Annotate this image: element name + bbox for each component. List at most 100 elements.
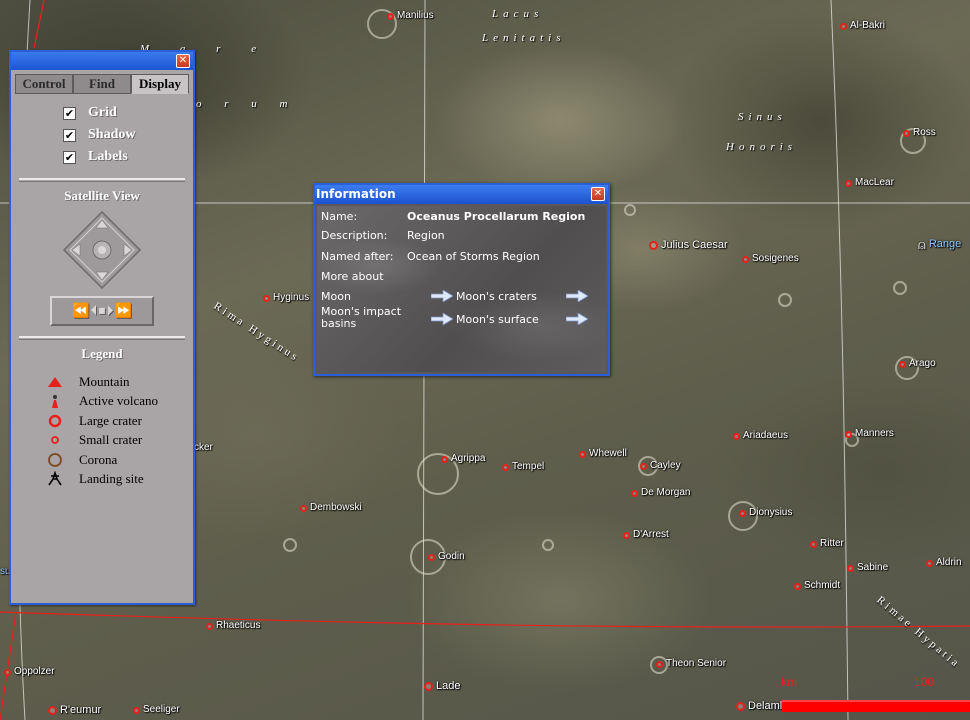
crater-oppolzer[interactable]: Oppolzer	[4, 667, 55, 677]
legend-label: Large crater	[79, 412, 142, 428]
play-icon[interactable]: ⏵	[107, 303, 114, 319]
legend-item: Large crater	[11, 411, 193, 431]
crater-lade[interactable]: Lade	[424, 681, 460, 692]
volcano-icon	[45, 394, 65, 409]
crater-manilius[interactable]: Manilius	[387, 11, 434, 21]
crater-maclear[interactable]: MacLear	[845, 178, 894, 188]
tab-find[interactable]: Find	[73, 74, 131, 94]
crater-tempel[interactable]: Tempel	[502, 462, 544, 472]
labels-label: Labels	[88, 149, 128, 164]
crater-delambre[interactable]: Delaml	[736, 701, 782, 712]
legend-label: Corona	[79, 451, 118, 467]
link-label: Moon's surface	[456, 313, 539, 326]
crater-marker-icon	[640, 462, 647, 470]
landing-site-ranger[interactable]: ⍝ Range	[918, 238, 961, 251]
tab-display[interactable]: Display	[131, 74, 189, 94]
labels-checkbox[interactable]: ✔	[63, 150, 76, 164]
crater-seeliger[interactable]: Seeliger	[133, 705, 180, 715]
link-moon[interactable]: Moon	[321, 290, 429, 303]
link-moons-impact-basins[interactable]: Moon's impact basins	[321, 306, 425, 330]
crater-rhaeticus[interactable]: Rhaeticus	[206, 621, 260, 631]
crater-label: Oppolzer	[14, 666, 55, 677]
crater-marker-icon	[424, 682, 433, 691]
crater-dembowski[interactable]: Dembowski	[300, 503, 362, 513]
grid-checkbox[interactable]: ✔	[63, 106, 76, 120]
crater-cayley[interactable]: Cayley	[640, 461, 681, 471]
crater-marker-icon	[899, 360, 906, 368]
crater-marker-icon	[742, 255, 749, 263]
crater-label: Tempel	[512, 461, 545, 472]
link-label: Moon's craters	[456, 290, 537, 303]
panel-close-button[interactable]: ✕	[176, 54, 190, 68]
scale-max-label: 100	[914, 675, 935, 689]
grid-label: Grid	[88, 105, 117, 120]
shadow-option[interactable]: ✔ Shadow	[11, 124, 193, 146]
crater-label: Dembowski	[310, 502, 362, 513]
link-label: Moon's impact basins	[321, 305, 402, 330]
link-moons-craters[interactable]: Moon's craters	[456, 290, 537, 303]
crater-label: Dionysius	[749, 507, 793, 518]
crater-ariadaeus[interactable]: Ariadaeus	[733, 431, 788, 441]
fast-forward-icon[interactable]: ⏩	[115, 303, 132, 319]
tab-control[interactable]: Control	[15, 74, 73, 94]
crater-label: Ariadaeus	[743, 430, 789, 441]
rewind-icon[interactable]: ⏪	[72, 303, 89, 319]
grid-option[interactable]: ✔ Grid	[11, 102, 193, 124]
crater-manners[interactable]: Manners	[845, 429, 894, 439]
crater-aldrin[interactable]: Aldrin	[926, 558, 962, 568]
crater-darrest[interactable]: D'Arrest	[623, 530, 669, 540]
labels-option[interactable]: ✔ Labels	[11, 146, 193, 168]
crater-al-bakri[interactable]: Al-Bakri	[840, 21, 885, 31]
panel-titlebar[interactable]: ✕	[11, 52, 193, 70]
crater-hyginus[interactable]: Hyginus	[263, 293, 309, 303]
region-label: Lenitatis	[482, 32, 566, 44]
crater-marker-icon	[810, 540, 817, 548]
crater-agrippa[interactable]: Agrippa	[441, 454, 485, 464]
crater-theon-senior[interactable]: Theon Senior	[656, 659, 726, 669]
info-body: Name: Oceanus Procellarum Region Descrip…	[317, 206, 606, 372]
crater-marker-icon	[206, 622, 213, 630]
small-crater-icon	[45, 433, 65, 447]
satellite-view-title: Satellite View	[64, 188, 140, 203]
back-icon[interactable]: ⏴	[91, 303, 98, 319]
panel-body: ✔ Grid ✔ Shadow ✔ Labels Satellite View	[11, 94, 193, 489]
name-row: Name: Oceanus Procellarum Region	[321, 210, 585, 223]
crater-ritter[interactable]: Ritter	[810, 539, 844, 549]
scale-unit-label: km	[781, 675, 797, 689]
arrow-right-icon[interactable]	[430, 312, 454, 326]
info-titlebar[interactable]: Information ✕	[315, 185, 608, 204]
crater-whewell[interactable]: Whewell	[579, 449, 627, 459]
arrow-right-icon[interactable]	[565, 312, 589, 326]
link-label: Moon	[321, 290, 351, 303]
crater-julius-caesar[interactable]: Julius Caesar	[649, 240, 728, 251]
crater-label: MacLear	[855, 177, 894, 188]
shadow-label: Shadow	[88, 127, 136, 142]
crater-arago[interactable]: Arago	[899, 359, 936, 369]
crater-schmidt[interactable]: Schmidt	[794, 581, 840, 591]
crater-marker-icon	[794, 582, 801, 590]
panel-tabs: Control Find Display	[11, 70, 193, 94]
crater-ross[interactable]: Ross	[903, 128, 936, 138]
info-close-button[interactable]: ✕	[591, 187, 605, 201]
crater-marker-icon	[502, 463, 509, 471]
partial-label: cker	[194, 442, 213, 453]
crater-sosigenes[interactable]: Sosigenes	[742, 254, 799, 264]
large-crater-icon	[45, 414, 65, 428]
crater-reaumur[interactable]: R'eumur	[48, 705, 101, 716]
crater-label: Agrippa	[451, 453, 486, 464]
playback-controls: ⏪ ⏴ ⏹ ⏵ ⏩	[50, 296, 154, 326]
display-panel: ✕ Control Find Display ✔ Grid ✔ Shadow ✔…	[9, 50, 195, 605]
crater-de-morgan[interactable]: De Morgan	[631, 488, 690, 498]
crater-sabine[interactable]: Sabine	[847, 563, 888, 573]
link-moons-surface[interactable]: Moon's surface	[456, 313, 539, 326]
arrow-right-icon[interactable]	[565, 289, 589, 303]
shadow-checkbox[interactable]: ✔	[63, 128, 76, 142]
arrow-right-icon[interactable]	[430, 289, 454, 303]
crater-label: Sabine	[857, 562, 889, 573]
crater-marker-icon	[428, 553, 435, 561]
stop-icon[interactable]: ⏹	[99, 303, 106, 319]
crater-godin[interactable]: Godin	[428, 552, 465, 562]
crater-dionysius[interactable]: Dionysius	[739, 508, 792, 518]
named-after-value: Ocean of Storms Region	[407, 250, 540, 263]
legend-item: Small crater	[11, 431, 193, 451]
